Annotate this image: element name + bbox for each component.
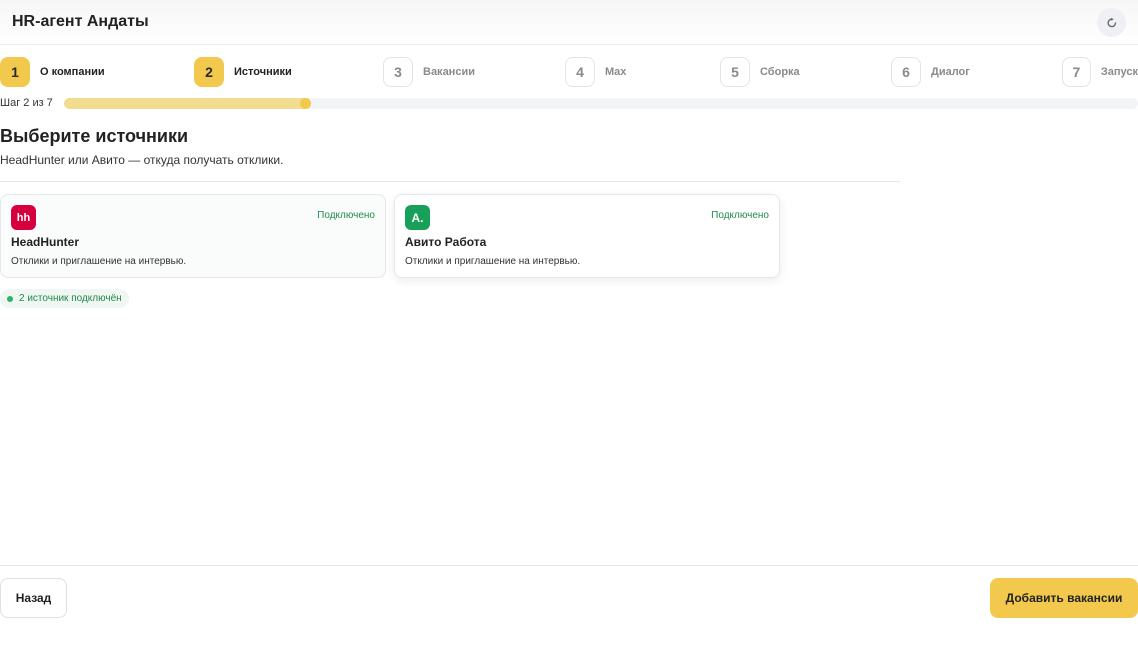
step-number: 3 xyxy=(383,57,413,87)
step-label: Сборка xyxy=(760,66,800,78)
add-vacancies-button[interactable]: Добавить вакансии xyxy=(990,578,1138,618)
source-name: Авито Работа xyxy=(405,235,487,249)
app-header: HR-агент Андаты xyxy=(0,0,1138,45)
app-title: HR-агент Андаты xyxy=(12,13,149,30)
step-number: 6 xyxy=(891,57,921,87)
step-sources[interactable]: 2 Источники xyxy=(194,57,292,87)
page-subtitle: HeadHunter или Авито — откуда получать о… xyxy=(0,153,284,167)
step-vacancies[interactable]: 3 Вакансии xyxy=(383,57,475,87)
step-number: 4 xyxy=(565,57,595,87)
source-card-headhunter[interactable]: hh Подключено HeadHunter Отклики и пригл… xyxy=(0,194,386,278)
step-label: Max xyxy=(605,66,627,78)
step-number: 1 xyxy=(0,57,30,87)
step-label: Источники xyxy=(234,66,292,78)
step-assembly[interactable]: 5 Сборка xyxy=(720,57,800,87)
step-label: Диалог xyxy=(931,66,970,78)
connected-summary-chip: 2 источник подключён xyxy=(0,289,129,308)
footer-divider xyxy=(0,565,1138,566)
step-number: 2 xyxy=(194,57,224,87)
headhunter-logo-icon: hh xyxy=(11,205,36,230)
step-about-company[interactable]: 1 О компании xyxy=(0,57,105,87)
back-button[interactable]: Назад xyxy=(0,578,67,618)
progress-fill xyxy=(64,98,312,109)
step-label: Вакансии xyxy=(423,66,475,78)
progress-text: Шаг 2 из 7 xyxy=(0,97,53,109)
source-description: Отклики и приглашение на интервью. xyxy=(405,256,581,267)
app-root: HR-агент Андаты 1 О компании 2 Источники… xyxy=(0,0,1138,650)
step-number: 7 xyxy=(1062,57,1091,87)
refresh-icon xyxy=(1106,17,1116,27)
source-card-avito[interactable]: A. Подключено Авито Работа Отклики и при… xyxy=(394,194,780,278)
status-dot-icon xyxy=(7,295,13,302)
step-label: Запуск xyxy=(1100,66,1138,78)
progress-bar xyxy=(64,98,1138,109)
source-description: Отклики и приглашение на интервью. xyxy=(11,256,187,267)
source-name: HeadHunter xyxy=(11,235,80,249)
step-number: 5 xyxy=(720,57,750,87)
status-badge: Подключено xyxy=(711,210,769,221)
reset-button[interactable] xyxy=(1097,8,1126,37)
step-launch[interactable]: 7 Запуск xyxy=(1062,57,1138,87)
divider xyxy=(0,181,900,182)
step-max[interactable]: 4 Max xyxy=(565,57,626,87)
step-label: О компании xyxy=(40,66,105,78)
avito-logo-icon: A. xyxy=(405,205,430,230)
step-dialog[interactable]: 6 Диалог xyxy=(891,57,970,87)
connected-summary-text: 2 источник подключён xyxy=(19,293,122,304)
status-badge: Подключено xyxy=(317,210,375,221)
page-title: Выберите источники xyxy=(0,126,189,146)
